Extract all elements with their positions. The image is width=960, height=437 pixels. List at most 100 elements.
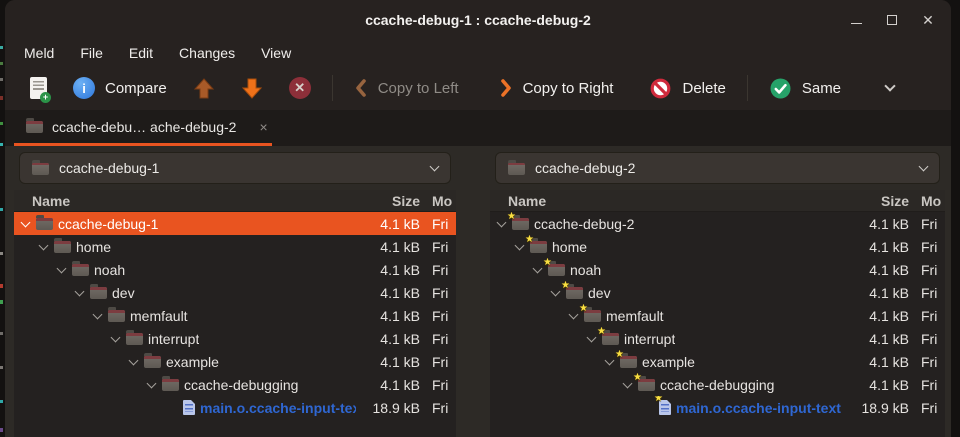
expander-chevron-icon[interactable] — [147, 378, 157, 388]
expander-chevron-icon[interactable] — [515, 240, 525, 250]
stop-button[interactable]: ✕ — [276, 70, 324, 106]
expander-chevron-icon[interactable] — [93, 309, 103, 319]
tree-row[interactable]: main.o.ccache-input-text18.9 kBFri — [14, 396, 456, 419]
expander-chevron-icon[interactable] — [551, 286, 561, 296]
expander-chevron-icon[interactable] — [75, 286, 85, 296]
star-emblem-icon: ★ — [597, 327, 606, 337]
right-folder-selector[interactable]: ccache-debug-2 — [495, 152, 940, 184]
expander-chevron-icon[interactable] — [533, 263, 543, 273]
tab-close-button[interactable]: × — [259, 119, 267, 135]
row-size: 4.1 kB — [845, 377, 909, 393]
column-modified[interactable]: Mo — [909, 193, 945, 209]
minimize-button[interactable] — [843, 7, 869, 33]
menu-file[interactable]: File — [67, 43, 116, 63]
expander-chevron-icon[interactable] — [129, 355, 139, 365]
expander-chevron-icon[interactable] — [587, 332, 597, 342]
row-size: 4.1 kB — [845, 285, 909, 301]
tree-row[interactable]: dev4.1 kBFri — [14, 281, 456, 304]
expander-chevron-icon[interactable] — [569, 309, 579, 319]
pane-divider[interactable] — [456, 146, 490, 437]
row-label: dev — [588, 285, 611, 301]
row-label: main.o.ccache-input-text — [676, 400, 841, 416]
expander-chevron-icon[interactable] — [39, 240, 49, 250]
row-size: 4.1 kB — [356, 308, 420, 324]
expander-chevron-icon[interactable] — [111, 332, 121, 342]
titlebar: ccache-debug-1 : ccache-debug-2 ✕ — [5, 0, 951, 40]
document-new-icon: + — [30, 77, 47, 99]
folder-icon — [144, 356, 161, 368]
row-modified: Fri — [909, 308, 945, 324]
star-emblem-icon: ★ — [654, 396, 663, 404]
tree-row[interactable]: memfault4.1 kBFri — [14, 304, 456, 327]
chevron-left-icon — [354, 78, 368, 98]
menu-changes[interactable]: Changes — [166, 43, 248, 63]
tree-row[interactable]: noah4.1 kBFri — [14, 258, 456, 281]
tree-row[interactable]: ★home4.1 kBFri — [490, 235, 945, 258]
tree-row[interactable]: ccache-debugging4.1 kBFri — [14, 373, 456, 396]
tree-row[interactable]: ★example4.1 kBFri — [490, 350, 945, 373]
left-folder-label: ccache-debug-1 — [59, 160, 159, 176]
row-size: 4.1 kB — [845, 331, 909, 347]
info-icon: i — [73, 77, 95, 99]
row-size: 4.1 kB — [356, 216, 420, 232]
tree-row[interactable]: ★ccache-debug-24.1 kBFri — [490, 212, 945, 235]
tree-row[interactable]: interrupt4.1 kBFri — [14, 327, 456, 350]
previous-change-button[interactable] — [180, 70, 228, 106]
copy-to-left-button[interactable]: Copy to Left — [341, 70, 472, 106]
folder-icon — [108, 310, 125, 322]
tree-row[interactable]: ★interrupt4.1 kBFri — [490, 327, 945, 350]
menu-edit[interactable]: Edit — [116, 43, 166, 63]
maximize-button[interactable] — [879, 7, 905, 33]
copy-to-left-label: Copy to Left — [378, 80, 459, 97]
row-size: 4.1 kB — [845, 262, 909, 278]
tree-row[interactable]: ★dev4.1 kBFri — [490, 281, 945, 304]
row-size: 4.1 kB — [845, 308, 909, 324]
row-modified: Fri — [420, 400, 456, 416]
row-size: 4.1 kB — [356, 354, 420, 370]
menu-meld[interactable]: Meld — [11, 43, 67, 63]
star-emblem-icon: ★ — [543, 258, 552, 268]
expander-chevron-icon[interactable] — [623, 378, 633, 388]
tree-row[interactable]: home4.1 kBFri — [14, 235, 456, 258]
row-label: home — [552, 239, 587, 255]
row-modified: Fri — [909, 354, 945, 370]
column-size[interactable]: Size — [356, 193, 420, 209]
row-modified: Fri — [909, 377, 945, 393]
expander-chevron-icon[interactable] — [605, 355, 615, 365]
tree-row[interactable]: ccache-debug-1 4.1 kBFri — [14, 212, 456, 235]
expander-chevron-icon[interactable] — [497, 217, 507, 227]
toolbar-separator — [332, 75, 333, 101]
column-name[interactable]: Name — [490, 193, 845, 209]
menu-view[interactable]: View — [248, 43, 304, 63]
meld-window: ccache-debug-1 : ccache-debug-2 ✕ Meld F… — [5, 0, 951, 437]
left-folder-selector[interactable]: ccache-debug-1 — [19, 152, 451, 184]
compare-button[interactable]: i Compare — [60, 70, 180, 106]
same-label: Same — [802, 80, 841, 97]
column-modified[interactable]: Mo — [420, 193, 456, 209]
expander-chevron-icon[interactable] — [21, 217, 31, 227]
star-emblem-icon: ★ — [633, 373, 642, 383]
copy-to-right-button[interactable]: Copy to Right — [486, 70, 627, 106]
right-file-tree: ★ccache-debug-24.1 kBFri★home4.1 kBFri★n… — [490, 212, 945, 437]
close-button[interactable]: ✕ — [915, 7, 941, 33]
new-comparison-button[interactable]: + — [17, 70, 60, 106]
tree-row[interactable]: example4.1 kBFri — [14, 350, 456, 373]
column-size[interactable]: Size — [845, 193, 909, 209]
folder-icon — [162, 379, 179, 391]
comparison-tab[interactable]: ccache-debu… ache-debug-2 × — [14, 110, 280, 143]
tree-row[interactable]: ★memfault4.1 kBFri — [490, 304, 945, 327]
column-name[interactable]: Name — [14, 193, 356, 209]
toolbar-overflow-button[interactable] — [873, 70, 907, 106]
same-filter-button[interactable]: Same — [756, 70, 854, 106]
folder-icon: ★ — [530, 241, 547, 253]
row-modified: Fri — [420, 216, 456, 232]
right-folder-label: ccache-debug-2 — [535, 160, 635, 176]
next-change-button[interactable] — [228, 70, 276, 106]
tree-row[interactable]: ★main.o.ccache-input-text18.9 kBFri — [490, 396, 945, 419]
delete-button[interactable]: Delete — [636, 70, 738, 106]
tree-row[interactable]: ★ccache-debugging4.1 kBFri — [490, 373, 945, 396]
expander-chevron-icon[interactable] — [57, 263, 67, 273]
row-label: ccache-debug-1 — [58, 216, 158, 232]
minimize-icon — [851, 23, 862, 24]
tree-row[interactable]: ★noah4.1 kBFri — [490, 258, 945, 281]
